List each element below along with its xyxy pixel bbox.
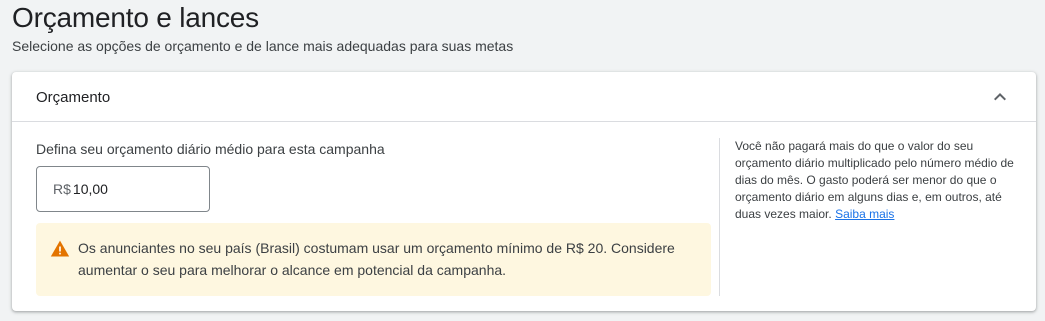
chevron-up-icon[interactable] xyxy=(988,85,1012,109)
budget-input[interactable] xyxy=(72,181,183,197)
budget-card: Orçamento Defina seu orçamento diário mé… xyxy=(12,72,1036,311)
budget-warning: Os anunciantes no seu país (Brasil) cost… xyxy=(36,223,711,296)
budget-field-label: Defina seu orçamento diário médio para e… xyxy=(36,141,385,157)
learn-more-link[interactable]: Saiba mais xyxy=(835,207,894,221)
warning-icon xyxy=(50,240,70,257)
section-divider xyxy=(719,138,720,296)
page-subtitle: Selecione as opções de orçamento e de la… xyxy=(12,38,514,54)
budget-card-header[interactable]: Orçamento xyxy=(12,72,1036,122)
warning-text: Os anunciantes no seu país (Brasil) cost… xyxy=(78,240,675,278)
currency-prefix: R$ xyxy=(53,181,71,197)
budget-card-title: Orçamento xyxy=(36,89,111,106)
page-title: Orçamento e lances xyxy=(12,2,259,33)
budget-field[interactable]: R$ xyxy=(36,166,210,212)
budget-help: Você não pagará mais do que o valor do s… xyxy=(735,138,1020,223)
